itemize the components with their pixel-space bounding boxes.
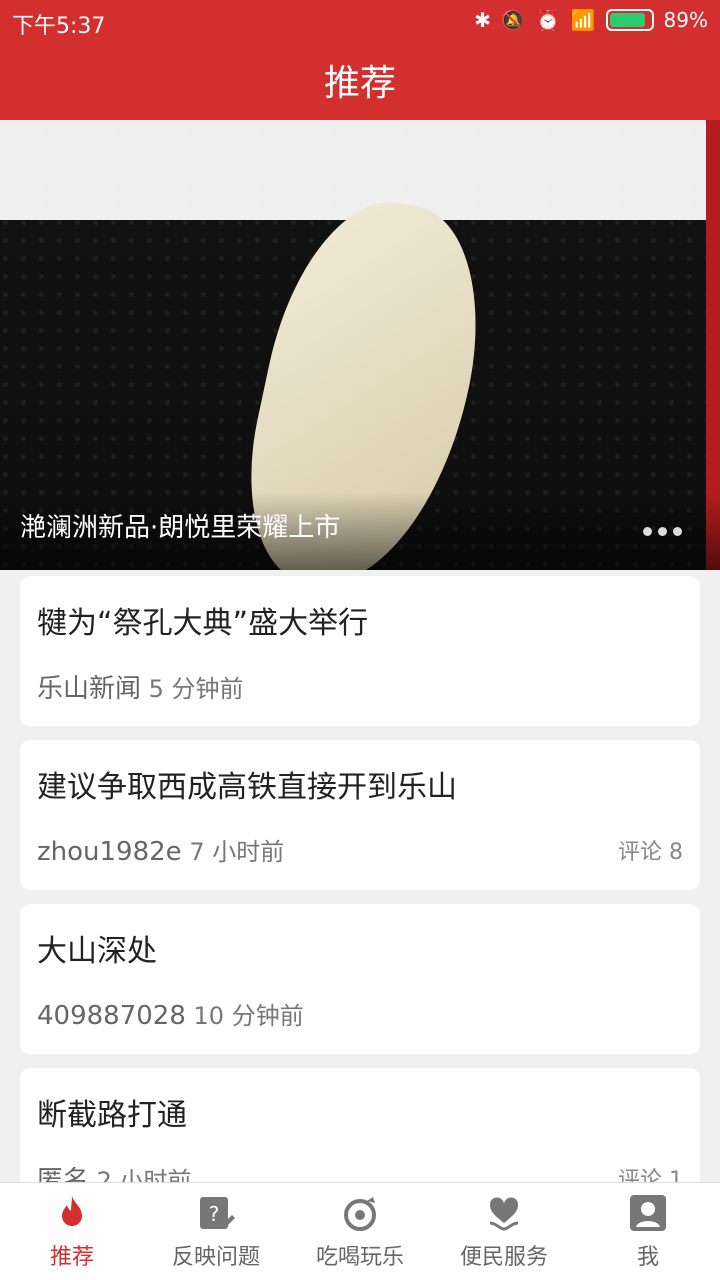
news-title: 犍为“祭孔大典”盛大举行 <box>37 606 369 641</box>
heart-hand-icon <box>489 1196 519 1231</box>
wifi-icon: 📶 <box>570 8 596 32</box>
news-card[interactable]: 犍为“祭孔大典”盛大举行 乐山新闻 5 分钟前 <box>20 576 700 726</box>
news-card[interactable]: 大山深处 409887028 10 分钟前 <box>20 904 700 1054</box>
page-title: 推荐 <box>0 40 720 120</box>
news-author: 乐山新闻 <box>37 674 142 704</box>
tab-label: 便民服务 <box>459 1244 548 1270</box>
news-time: 7 小时前 <box>189 838 285 866</box>
battery-icon <box>605 9 654 31</box>
news-title: 建议争取西成高铁直接开到乐山 <box>37 770 457 805</box>
mute-icon: 🔕 <box>500 8 526 32</box>
battery-percent: 89% <box>663 8 708 32</box>
news-time: 5 分钟前 <box>148 675 244 703</box>
bluetooth-icon: ✱ <box>474 8 491 32</box>
question-edit-icon: ? <box>200 1196 235 1229</box>
bottom-tab-bar: 推荐 ? 反映问题 吃喝玩乐 便民服务 我 <box>0 1182 720 1280</box>
page-title-text: 推荐 <box>323 63 396 104</box>
banner-more-icon[interactable] <box>643 527 682 536</box>
banner-caption: 滟澜洲新品·朗悦里荣耀上市 <box>20 513 341 543</box>
status-icons: ✱ 🔕 ⏰ 📶 89% <box>474 8 708 32</box>
alarm-icon: ⏰ <box>535 8 561 32</box>
tab-entertainment[interactable]: 吃喝玩乐 <box>288 1183 432 1280</box>
comment-count: 评论 8 <box>618 840 683 865</box>
news-meta: 409887028 10 分钟前 <box>37 996 304 1031</box>
news-meta: zhou1982e 7 小时前 <box>37 832 284 867</box>
banner-carousel[interactable]: 滟澜洲新品·朗悦里荣耀上市 <box>0 120 720 570</box>
news-title: 大山深处 <box>37 934 157 969</box>
tab-label: 我 <box>636 1244 659 1270</box>
tab-me[interactable]: 我 <box>576 1183 720 1280</box>
target-icon <box>344 1196 376 1231</box>
news-list: 犍为“祭孔大典”盛大举行 乐山新闻 5 分钟前 建议争取西成高铁直接开到乐山 z… <box>20 576 700 1232</box>
flame-icon <box>62 1195 82 1226</box>
news-author: zhou1982e <box>37 837 182 867</box>
tab-label: 反映问题 <box>171 1244 260 1270</box>
tab-label: 推荐 <box>49 1244 94 1270</box>
tab-report[interactable]: ? 反映问题 <box>144 1183 288 1280</box>
news-time: 10 分钟前 <box>193 1002 304 1030</box>
tab-services[interactable]: 便民服务 <box>432 1183 576 1280</box>
tab-recommend[interactable]: 推荐 <box>0 1183 144 1280</box>
tab-label: 吃喝玩乐 <box>315 1244 404 1270</box>
status-time: 下午5:37 <box>12 14 106 39</box>
profile-icon <box>630 1194 666 1231</box>
news-author: 409887028 <box>37 1001 186 1031</box>
news-card[interactable]: 建议争取西成高铁直接开到乐山 zhou1982e 7 小时前 评论 8 <box>20 740 700 890</box>
svg-text:?: ? <box>209 1202 220 1226</box>
news-title: 断截路打通 <box>37 1098 187 1133</box>
news-meta: 乐山新闻 5 分钟前 <box>37 668 244 705</box>
status-bar: 下午5:37 ✱ 🔕 ⏰ 📶 89% <box>0 0 720 40</box>
